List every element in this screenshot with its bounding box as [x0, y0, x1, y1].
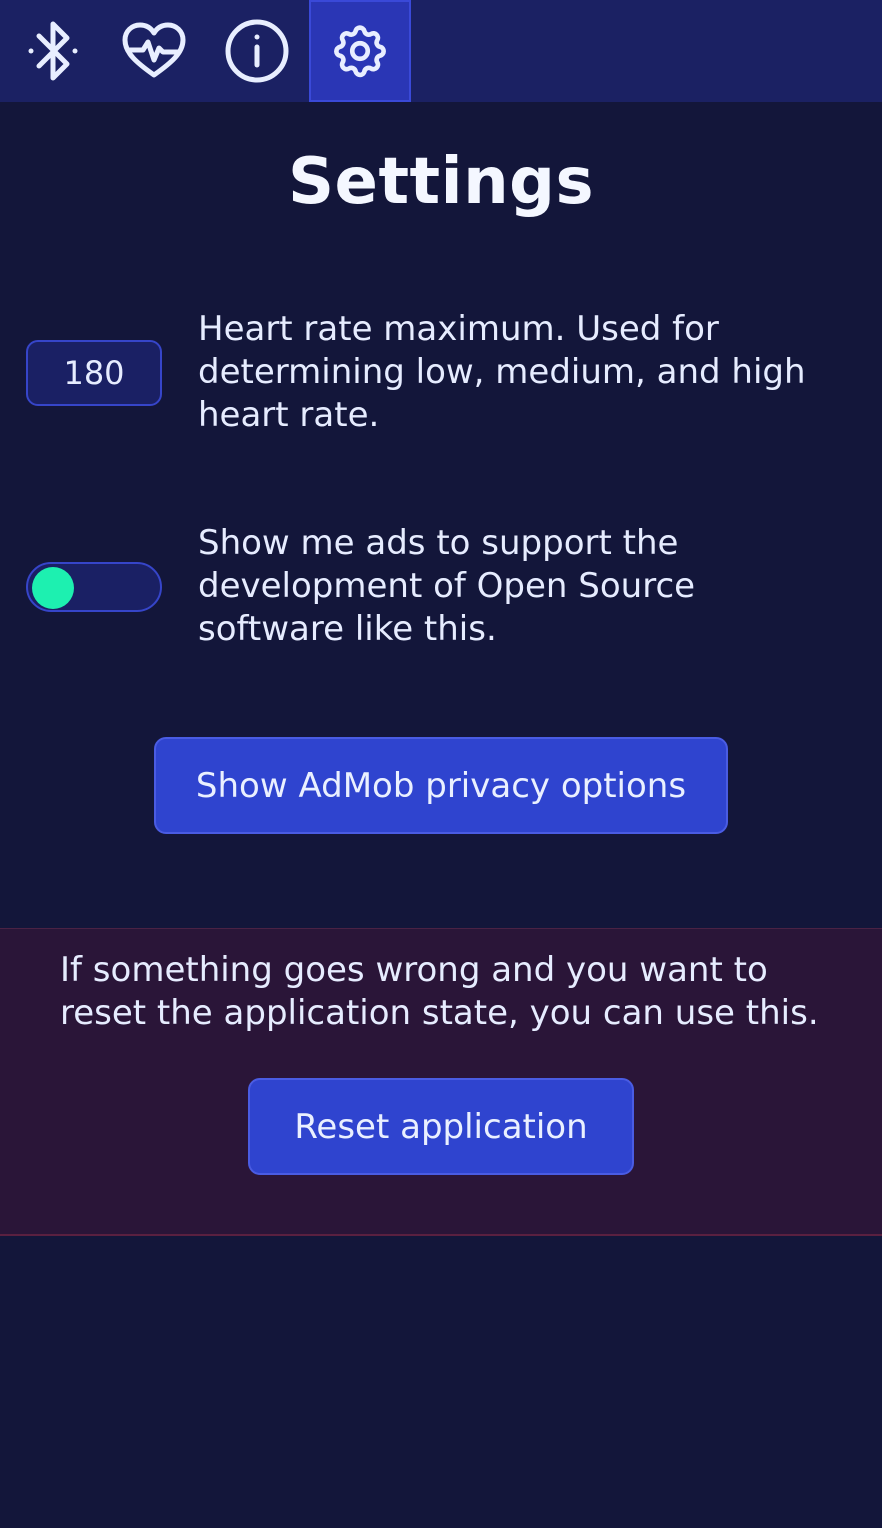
gear-icon [334, 25, 386, 78]
ads-description: Show me ads to support the development o… [198, 523, 696, 649]
bluetooth-icon [28, 21, 78, 81]
tab-settings[interactable] [309, 0, 411, 102]
tab-bluetooth[interactable] [3, 0, 103, 102]
heart-pulse-icon [122, 22, 186, 78]
admob-privacy-button[interactable]: Show AdMob privacy options [154, 737, 728, 834]
heart-rate-max-description: Heart rate maximum. Used for determining… [198, 309, 806, 435]
ads-toggle[interactable] [26, 562, 162, 612]
tab-heart-rate[interactable] [104, 0, 204, 102]
heart-rate-max-input[interactable] [26, 340, 162, 406]
reset-section: If something goes wrong and you want to … [0, 928, 882, 1236]
tab-info[interactable] [207, 0, 307, 102]
top-nav-bar [0, 0, 882, 102]
page-title: Settings [287, 145, 595, 219]
toggle-knob [32, 567, 74, 609]
reset-application-button[interactable]: Reset application [248, 1078, 634, 1175]
reset-description: If something goes wrong and you want to … [60, 950, 819, 1033]
info-icon [225, 19, 289, 83]
